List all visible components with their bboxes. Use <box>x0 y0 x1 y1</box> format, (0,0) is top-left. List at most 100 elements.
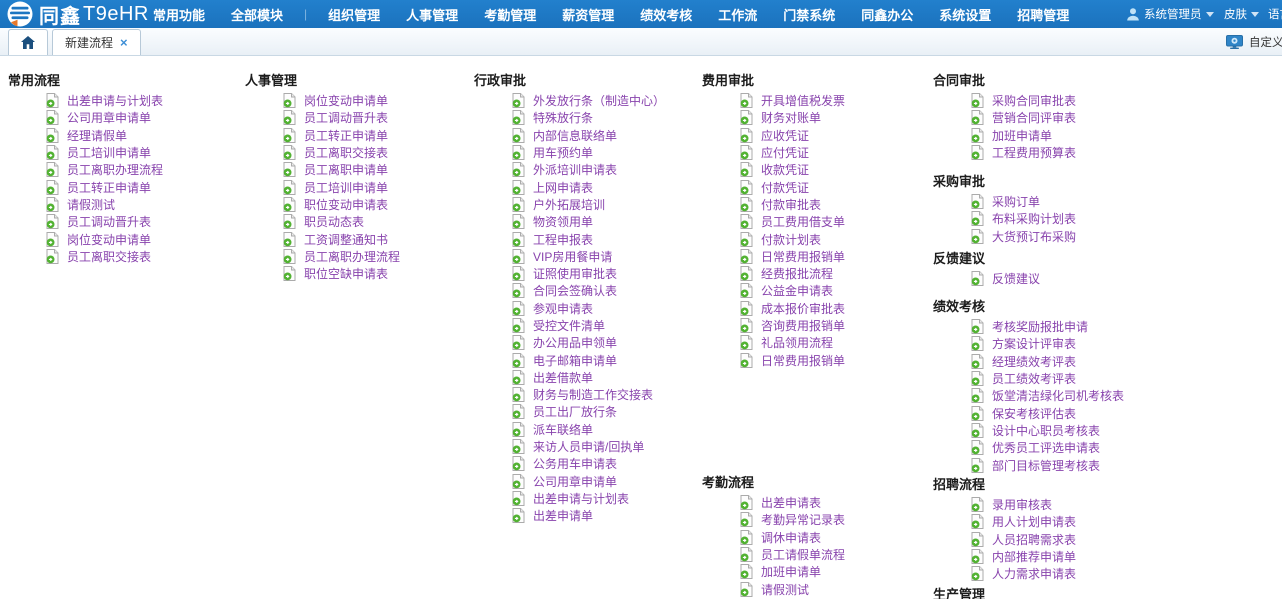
workflow-link[interactable]: 收款凭证 <box>761 161 809 178</box>
workflow-link[interactable]: 员工离职办理流程 <box>304 248 400 265</box>
workflow-item[interactable]: VIP房用餐申请 <box>474 248 709 265</box>
workflow-link[interactable]: 经费报批流程 <box>761 265 833 282</box>
workflow-link[interactable]: 员工绩效考评表 <box>992 370 1076 387</box>
workflow-item[interactable]: 部门目标管理考核表 <box>933 456 1178 473</box>
workflow-link[interactable]: 反馈建议 <box>992 270 1040 287</box>
workflow-link[interactable]: 加班申请单 <box>761 563 821 580</box>
workflow-item[interactable]: 出差申请与计划表 <box>474 490 709 507</box>
workflow-item[interactable]: 日常费用报销单 <box>702 351 937 368</box>
workflow-item[interactable]: 上网申请表 <box>474 178 709 195</box>
workflow-item[interactable]: 工资调整通知书 <box>245 230 480 247</box>
workflow-item[interactable]: 员工费用借支单 <box>702 213 937 230</box>
workflow-item[interactable]: 咨询费用报销单 <box>702 317 937 334</box>
workflow-link[interactable]: 员工离职交接表 <box>304 144 388 161</box>
workflow-link[interactable]: 外发放行条（制造中心） <box>533 92 665 109</box>
workflow-item[interactable]: 经理绩效考评表 <box>933 353 1178 370</box>
workflow-item[interactable]: 成本报价审批表 <box>702 300 937 317</box>
user-menu[interactable]: 系统管理员 <box>1126 0 1214 28</box>
nav-item[interactable]: 门禁系统 <box>778 5 840 24</box>
workflow-item[interactable]: 职位变动申请表 <box>245 196 480 213</box>
workflow-link[interactable]: 用车预约单 <box>533 144 593 161</box>
workflow-item[interactable]: 调休申请表 <box>702 529 937 546</box>
workflow-item[interactable]: 员工出厂放行条 <box>474 403 709 420</box>
workflow-item[interactable]: 方案设计评审表 <box>933 335 1178 352</box>
nav-item[interactable]: 工作流 <box>713 5 762 24</box>
workflow-item[interactable]: 用人计划申请表 <box>933 513 1178 530</box>
workflow-link[interactable]: 日常费用报销单 <box>761 248 845 265</box>
workflow-link[interactable]: 付款凭证 <box>761 179 809 196</box>
workflow-item[interactable]: 内部推荐申请单 <box>933 548 1178 565</box>
workflow-item[interactable]: 反馈建议 <box>933 270 1178 287</box>
workflow-link[interactable]: 内部推荐申请单 <box>992 548 1076 565</box>
workflow-link[interactable]: 出差申请表 <box>761 494 821 511</box>
language-menu[interactable]: 语言 <box>1268 0 1282 28</box>
workflow-item[interactable]: 经费报批流程 <box>702 265 937 282</box>
workflow-link[interactable]: 应付凭证 <box>761 144 809 161</box>
workflow-link[interactable]: 应收凭证 <box>761 127 809 144</box>
workflow-item[interactable]: 岗位变动申请单 <box>8 230 243 247</box>
workflow-link[interactable]: 工程申报表 <box>533 231 593 248</box>
workflow-link[interactable]: 经理请假单 <box>67 127 127 144</box>
workflow-link[interactable]: 上网申请表 <box>533 179 593 196</box>
nav-item[interactable]: 考勤管理 <box>479 5 541 24</box>
workflow-link[interactable]: 受控文件清单 <box>533 317 605 334</box>
workflow-item[interactable]: 用车预约单 <box>474 144 709 161</box>
workflow-link[interactable]: 公益金申请表 <box>761 282 833 299</box>
workflow-link[interactable]: 电子邮箱申请单 <box>533 352 617 369</box>
workflow-link[interactable]: 员工离职交接表 <box>67 248 151 265</box>
workflow-link[interactable]: 大货预订布采购 <box>992 228 1076 245</box>
workflow-link[interactable]: 礼品领用流程 <box>761 334 833 351</box>
workflow-item[interactable]: 公益金申请表 <box>702 282 937 299</box>
workflow-item[interactable]: 请假测试 <box>8 196 243 213</box>
workflow-link[interactable]: 员工转正申请单 <box>67 179 151 196</box>
customize-button[interactable]: 自定义桌面 <box>1226 34 1282 50</box>
workflow-link[interactable]: 员工离职申请单 <box>304 161 388 178</box>
workflow-item[interactable]: 加班申请单 <box>933 127 1178 144</box>
workflow-item[interactable]: 员工离职办理流程 <box>245 248 480 265</box>
workflow-link[interactable]: 员工请假单流程 <box>761 546 845 563</box>
workflow-link[interactable]: 员工调动晋升表 <box>304 109 388 126</box>
workflow-item[interactable]: 来访人员申请/回执单 <box>474 438 709 455</box>
workflow-item[interactable]: 财务与制造工作交接表 <box>474 386 709 403</box>
workflow-item[interactable]: 保安考核评估表 <box>933 404 1178 421</box>
workflow-link[interactable]: 内部信息联络单 <box>533 127 617 144</box>
workflow-link[interactable]: 参观申请表 <box>533 300 593 317</box>
workflow-link[interactable]: 录用审核表 <box>992 496 1052 513</box>
workflow-link[interactable]: 调休申请表 <box>761 529 821 546</box>
workflow-item[interactable]: 员工请假单流程 <box>702 546 937 563</box>
workflow-item[interactable]: 工程申报表 <box>474 230 709 247</box>
workflow-item[interactable]: 派车联络单 <box>474 421 709 438</box>
workflow-item[interactable]: 参观申请表 <box>474 300 709 317</box>
workflow-item[interactable]: 特殊放行条 <box>474 109 709 126</box>
workflow-link[interactable]: 职位空缺申请表 <box>304 265 388 282</box>
workflow-item[interactable]: 员工离职交接表 <box>245 144 480 161</box>
nav-item[interactable]: 人事管理 <box>401 5 463 24</box>
tab-新建流程[interactable]: 新建流程× <box>52 29 141 55</box>
workflow-link[interactable]: 请假测试 <box>67 196 115 213</box>
workflow-link[interactable]: 保安考核评估表 <box>992 405 1076 422</box>
workflow-item[interactable]: 合同会签确认表 <box>474 282 709 299</box>
workflow-item[interactable]: 员工调动晋升表 <box>8 213 243 230</box>
workflow-item[interactable]: 开具增值税发票 <box>702 92 937 109</box>
workflow-item[interactable]: 优秀员工评选申请表 <box>933 439 1178 456</box>
workflow-link[interactable]: 营销合同评审表 <box>992 109 1076 126</box>
workflow-link[interactable]: 人员招聘需求表 <box>992 531 1076 548</box>
workflow-item[interactable]: 出差申请与计划表 <box>8 92 243 109</box>
workflow-item[interactable]: 考核奖励报批申请 <box>933 318 1178 335</box>
workflow-item[interactable]: 内部信息联络单 <box>474 127 709 144</box>
workflow-item[interactable]: 加班申请单 <box>702 563 937 580</box>
workflow-item[interactable]: 收款凭证 <box>702 161 937 178</box>
workflow-item[interactable]: 职员动态表 <box>245 213 480 230</box>
workflow-link[interactable]: 出差申请单 <box>533 507 593 524</box>
workflow-link[interactable]: 人力需求申请表 <box>992 565 1076 582</box>
workflow-link[interactable]: 开具增值税发票 <box>761 92 845 109</box>
workflow-item[interactable]: 外发放行条（制造中心） <box>474 92 709 109</box>
workflow-link[interactable]: 经理绩效考评表 <box>992 353 1076 370</box>
workflow-item[interactable]: 考勤异常记录表 <box>702 511 937 528</box>
workflow-item[interactable]: 公务用车申请表 <box>474 455 709 472</box>
workflow-link[interactable]: VIP房用餐申请 <box>533 248 612 265</box>
workflow-link[interactable]: 证照使用审批表 <box>533 265 617 282</box>
workflow-item[interactable]: 出差借款单 <box>474 369 709 386</box>
workflow-item[interactable]: 电子邮箱申请单 <box>474 351 709 368</box>
workflow-link[interactable]: 工程费用预算表 <box>992 144 1076 161</box>
